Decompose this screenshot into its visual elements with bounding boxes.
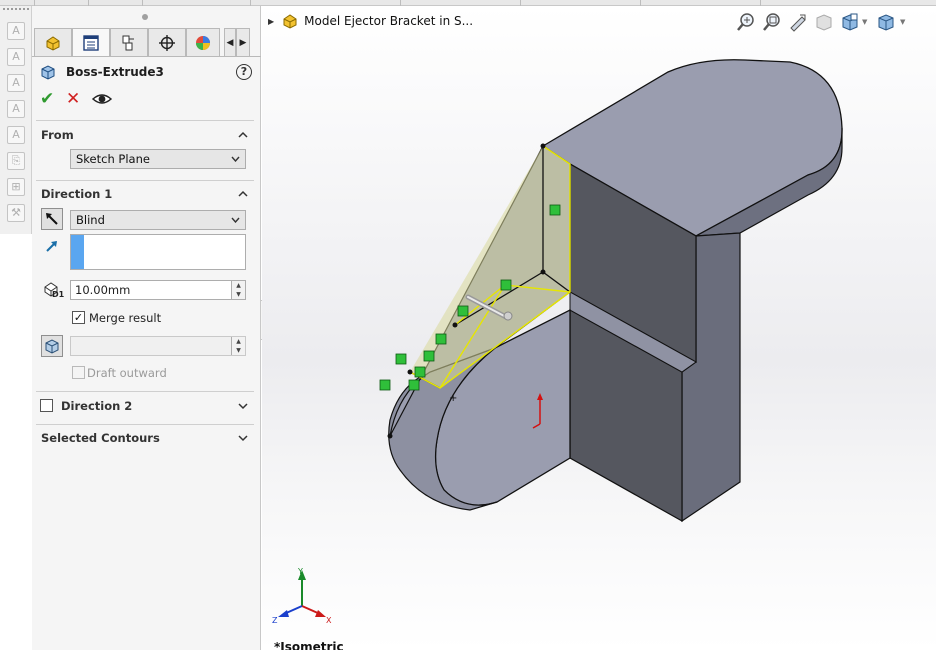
- direction2-group-title: Direction 2: [61, 399, 133, 413]
- depth-value: 10.00mm: [75, 283, 131, 297]
- smart-dimension-icon[interactable]: A: [7, 22, 25, 40]
- datum-icon[interactable]: ⊞: [7, 178, 25, 196]
- sketch-toolbar: A A A A A ⎘ ⊞ ⚒: [0, 6, 32, 234]
- section-view-icon[interactable]: [814, 12, 834, 32]
- triad-x-label: X: [326, 616, 332, 625]
- manager-tabs: ◀ ▶: [34, 28, 260, 56]
- view-orientation-label: *Isometric: [274, 640, 344, 650]
- sketch-text-icon[interactable]: A: [7, 48, 25, 66]
- surface-finish-icon[interactable]: A: [7, 126, 25, 144]
- draft-angle-input[interactable]: ▲ ▼: [70, 336, 246, 356]
- draft-outward-label: Draft outward: [87, 366, 167, 380]
- from-group-title: From: [41, 128, 74, 142]
- depth-dimension-label: D1: [52, 290, 65, 299]
- property-manager-panel: ◀ ▶ Boss-Extrude3 ? ✔ ✕ From Sketch Plan…: [32, 6, 261, 650]
- heads-up-view-toolbar: ▼ ▼: [736, 12, 926, 32]
- reverse-direction-button[interactable]: [41, 208, 63, 230]
- graphics-area[interactable]: + ▶ Model Ejector Bracket in S... ▼ ▼ Y: [262, 6, 936, 650]
- note-icon[interactable]: A: [7, 74, 25, 92]
- ok-checkmark-icon[interactable]: ✔: [40, 90, 54, 108]
- feature-title: Boss-Extrude3: [66, 65, 164, 79]
- feature-actions: ✔ ✕: [40, 90, 130, 108]
- chevron-down-icon[interactable]: [238, 433, 248, 443]
- part-icon: [283, 14, 297, 29]
- end-condition-select[interactable]: Blind: [70, 210, 246, 230]
- toolbar-grip[interactable]: [3, 8, 29, 11]
- tab-display-manager[interactable]: [186, 28, 220, 56]
- direction-reference-selection-box[interactable]: [70, 234, 246, 270]
- crosshair-icon: [159, 34, 175, 51]
- cancel-x-icon[interactable]: ✕: [66, 90, 80, 108]
- selection-focus-bar: [71, 235, 84, 269]
- reference-triad[interactable]: Y X Z: [270, 566, 340, 626]
- draft-angle-spinner[interactable]: ▲ ▼: [231, 337, 245, 355]
- feature-tree-flyout[interactable]: ▶ Model Ejector Bracket in S...: [268, 12, 473, 30]
- draft-icon: [45, 339, 59, 354]
- solidworks-window: A A A A A ⎘ ⊞ ⚒ ◀ ▶ Boss-Extrude3 ? ✔ ✕ …: [0, 0, 936, 650]
- property-manager-icon: [83, 34, 99, 51]
- balloon-icon[interactable]: A: [7, 100, 25, 118]
- chevron-down-icon: [231, 156, 240, 162]
- zoom-to-fit-icon[interactable]: [736, 12, 756, 32]
- view-orientation-icon[interactable]: [840, 12, 860, 32]
- from-start-condition-select[interactable]: Sketch Plane: [70, 149, 246, 169]
- merge-result-checkbox[interactable]: ✓: [72, 311, 85, 324]
- reverse-direction-icon: [46, 213, 58, 225]
- direction2-checkbox[interactable]: [40, 399, 53, 412]
- direction-of-extrusion-icon: [46, 241, 57, 252]
- view-orientation-dropdown[interactable]: ▼: [862, 18, 867, 26]
- chevron-down-icon: [231, 217, 240, 223]
- help-icon[interactable]: ?: [236, 64, 252, 80]
- draft-on-off-button[interactable]: [41, 335, 63, 357]
- display-style-icon[interactable]: [876, 12, 896, 32]
- chevron-down-icon[interactable]: [238, 401, 248, 411]
- boss-extrude-icon: [41, 65, 55, 80]
- zoom-to-area-icon[interactable]: [762, 12, 782, 32]
- tabs-scroll-right-button[interactable]: ▶: [236, 28, 250, 56]
- tab-property-manager[interactable]: [72, 28, 110, 56]
- tabs-scroll-left-button[interactable]: ◀: [224, 28, 236, 56]
- depth-spinner[interactable]: ▲ ▼: [231, 281, 245, 299]
- part-name: Model Ejector Bracket in S...: [304, 14, 474, 28]
- tab-feature-manager[interactable]: [34, 28, 72, 56]
- tab-configuration-manager[interactable]: [110, 28, 148, 56]
- end-condition-value: Blind: [76, 213, 105, 227]
- model-view[interactable]: +: [262, 6, 936, 650]
- expand-tree-icon[interactable]: ▶: [268, 17, 274, 26]
- annotation-tool-icon[interactable]: ⚒: [7, 204, 25, 222]
- preview-eye-icon[interactable]: [92, 90, 112, 108]
- feature-manager-icon: [46, 35, 60, 51]
- feature-header: Boss-Extrude3 ?: [40, 64, 252, 84]
- selected-contours-group-title: Selected Contours: [41, 431, 160, 445]
- panel-grip[interactable]: [142, 14, 148, 20]
- appearance-ball-icon: [196, 35, 210, 50]
- triad-y-label: Y: [297, 567, 303, 576]
- chevron-up-icon[interactable]: [238, 130, 248, 140]
- previous-view-icon[interactable]: [788, 12, 808, 32]
- tab-dimxpert-manager[interactable]: [148, 28, 186, 56]
- triad-z-label: Z: [272, 616, 278, 625]
- from-select-value: Sketch Plane: [76, 152, 150, 166]
- chevron-up-icon[interactable]: [238, 189, 248, 199]
- weld-symbol-icon[interactable]: ⎘: [7, 152, 25, 170]
- depth-input[interactable]: 10.00mm ▲ ▼: [70, 280, 246, 300]
- draft-outward-checkbox[interactable]: [72, 366, 85, 379]
- configuration-manager-icon: [122, 35, 134, 50]
- svg-text:+: +: [449, 393, 457, 404]
- merge-result-label: Merge result: [89, 311, 162, 325]
- display-style-dropdown[interactable]: ▼: [900, 18, 905, 26]
- direction1-group-title: Direction 1: [41, 187, 113, 201]
